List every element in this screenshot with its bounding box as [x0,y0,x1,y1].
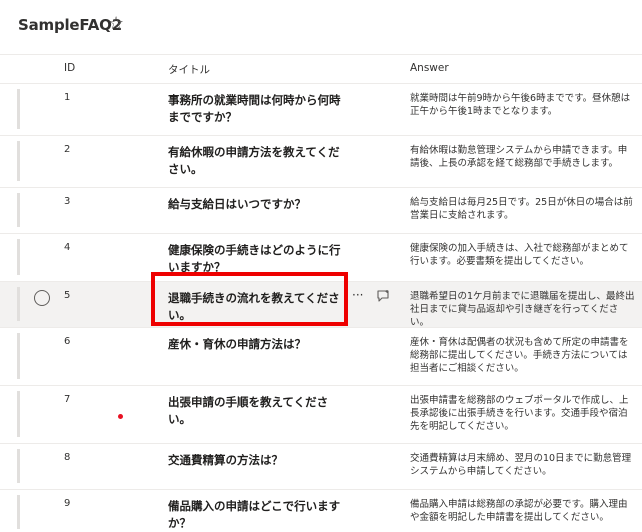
cursor-dot [118,414,123,419]
row-stripe [17,495,20,529]
cell-id: 6 [64,336,71,347]
row-select-checkbox[interactable] [34,290,50,306]
cell-title[interactable]: 産休・育休の申請方法は？ [168,336,348,353]
cell-id: 2 [64,144,71,155]
list-row[interactable]: 1 事務所の就業時間は何時から何時までですか？ 就業時間は午前9時から午後6時ま… [0,84,642,136]
cell-id: 8 [64,452,71,463]
list-row[interactable]: 2 有給休暇の申請方法を教えてください。 有給休暇は勤怠管理システムから申請でき… [0,136,642,188]
cell-answer: 退職希望日の1ケ月前までに退職届を提出し、最終出社日までに貸与品返却や引き継ぎを… [410,291,635,328]
list-row-selected[interactable]: 5 退職手続きの流れを教えてください。 ··· 退職希望日の1ケ月前までに退職届… [0,282,642,328]
cell-title[interactable]: 有給休暇の申請方法を教えてください。 [168,144,348,178]
list-header: SampleFAQ2 ☆ [0,0,642,54]
row-stripe [17,141,20,181]
cell-answer: 備品購入申請は総務部の承認が必要です。購入理由や金額を明記した申請書を提出してく… [410,499,628,523]
cell-answer: 給与支給日は毎月25日です。25日が休日の場合は前営業日に支給されます。 [410,197,633,221]
list-row[interactable]: 6 産休・育休の申請方法は？ 産休・育休は配偶者の状況も含めて所定の申請書を総務… [0,328,642,386]
column-header-id[interactable]: ID [64,62,75,74]
list-title: SampleFAQ2 [18,16,122,34]
cell-title[interactable]: 出張申請の手順を教えてください。 [168,394,348,428]
cell-title[interactable]: 給与支給日はいつですか？ [168,196,348,213]
list-row[interactable]: 9 備品購入の申請はどこで行いますか？ 備品購入申請は総務部の承認が必要です。購… [0,490,642,530]
star-icon[interactable]: ☆ [108,14,124,34]
cell-answer: 交通費精算は月末締め、翌月の10日までに勤怠管理システムから申請してください。 [410,453,632,477]
row-stripe [17,333,20,379]
cell-answer: 就業時間は午前9時から午後6時までです。昼休憩は正午から午後1時までとなります。 [410,93,631,117]
cell-title[interactable]: 退職手続きの流れを教えてください。 [168,290,348,324]
list-row[interactable]: 7 出張申請の手順を教えてください。 出張申請書を総務部のウェブポータルで作成し… [0,386,642,444]
more-actions-icon[interactable]: ··· [352,288,363,302]
cell-answer: 産休・育休は配偶者の状況も含めて所定の申請書を総務部に提出してください。手続き方… [410,337,629,374]
cell-id: 5 [64,290,71,301]
row-stripe [17,89,20,129]
row-stripe [17,287,20,321]
column-header-answer[interactable]: Answer [410,62,449,74]
list-row[interactable]: 4 健康保険の手続きはどのように行いますか？ 健康保険の加入手続きは、入社で総務… [0,234,642,282]
cell-id: 7 [64,394,71,405]
comment-icon[interactable] [376,289,390,303]
list-row[interactable]: 3 給与支給日はいつですか？ 給与支給日は毎月25日です。25日が休日の場合は前… [0,188,642,234]
cell-answer: 有給休暇は勤怠管理システムから申請できます。申請後、上長の承認を経て総務部で手続… [410,145,628,169]
cell-answer: 出張申請書を総務部のウェブポータルで作成し、上長承認後に出張手続きを行います。交… [410,395,629,432]
cell-id: 3 [64,196,71,207]
cell-answer: 健康保険の加入手続きは、入社で総務部がまとめて行います。必要書類を提出してくださ… [410,243,629,267]
cell-title[interactable]: 備品購入の申請はどこで行いますか？ [168,498,348,532]
cell-id: 9 [64,498,71,509]
cell-title[interactable]: 交通費精算の方法は？ [168,452,348,469]
column-header-row: ID タイトル Answer [0,54,642,84]
cell-id: 1 [64,92,71,103]
row-stripe [17,449,20,483]
row-stripe [17,193,20,227]
cell-title[interactable]: 事務所の就業時間は何時から何時までですか？ [168,92,348,126]
row-stripe [17,239,20,275]
cell-title[interactable]: 健康保険の手続きはどのように行いますか？ [168,242,348,276]
row-stripe [17,391,20,437]
column-header-title[interactable]: タイトル [168,62,210,77]
list-row[interactable]: 8 交通費精算の方法は？ 交通費精算は月末締め、翌月の10日までに勤怠管理システ… [0,444,642,490]
cell-id: 4 [64,242,71,253]
